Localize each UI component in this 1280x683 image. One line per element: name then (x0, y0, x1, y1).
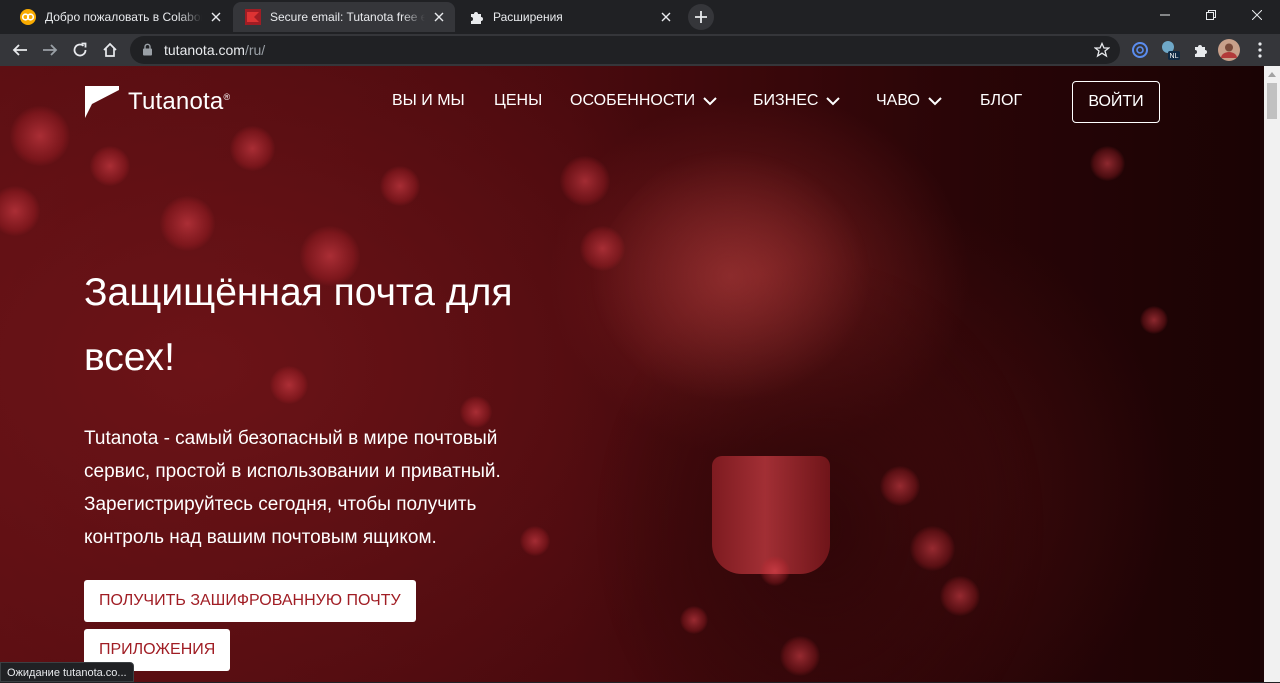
login-button[interactable]: ВОЙТИ (1072, 81, 1160, 123)
chevron-down-icon (703, 96, 717, 106)
scrollbar-thumb[interactable] (1267, 83, 1277, 119)
bokeh-light (780, 636, 820, 676)
close-icon[interactable] (208, 9, 224, 25)
tab-title: Расширения (493, 10, 563, 24)
nl-extension-icon[interactable]: NL (1158, 38, 1182, 62)
url-text: tutanota.com/ru/ (164, 42, 265, 58)
nav-label: ЧАВО (876, 92, 920, 109)
bokeh-light (230, 126, 275, 171)
nav-link-blog[interactable]: БЛОГ (980, 92, 1022, 110)
nav-link-about[interactable]: ВЫ И МЫ (392, 92, 465, 110)
hero-background-person (560, 106, 1120, 682)
nav-label: БЛОГ (980, 92, 1023, 109)
nav-label: БИЗНЕС (753, 92, 819, 109)
svg-text:NL: NL (1170, 53, 1179, 60)
avatar[interactable] (1217, 38, 1241, 62)
bokeh-light (680, 606, 708, 634)
browser-toolbar: tutanota.com/ru/ NL (0, 34, 1280, 66)
hero-title: Защищённая почта для всех! (84, 271, 513, 379)
tab-colaboratory[interactable]: Добро пожаловать в Colaboratory (8, 2, 232, 32)
page-viewport: Tutanota® ВЫ И МЫ ЦЕНЫ ОСОБЕННОСТИ БИЗНЕ… (0, 66, 1264, 682)
tab-strip: Добро пожаловать в Colaboratory Secure e… (0, 0, 1280, 34)
lock-icon (143, 43, 152, 56)
bokeh-light (940, 576, 980, 616)
bokeh-light (10, 106, 70, 166)
minimize-icon (1160, 14, 1170, 16)
nav-menu-business[interactable]: БИЗНЕС (753, 92, 841, 110)
nav-menu-faq[interactable]: ЧАВО (876, 92, 942, 110)
plus-icon (695, 11, 707, 23)
status-bubble: Ожидание tutanota.co... (0, 662, 134, 682)
bokeh-light (580, 226, 625, 271)
new-tab-button[interactable] (688, 4, 714, 30)
tab-title: Добро пожаловать в Colaboratory (45, 10, 202, 24)
page-scrollbar[interactable] (1264, 66, 1280, 682)
bookmark-star-icon[interactable] (1094, 42, 1110, 58)
close-icon[interactable] (658, 9, 674, 25)
nav-link-pricing[interactable]: ЦЕНЫ (494, 92, 542, 110)
logo-text: Tutanota® (128, 88, 230, 116)
circle-extension-icon[interactable] (1128, 38, 1152, 62)
home-icon (103, 42, 117, 57)
restore-button[interactable] (1188, 0, 1234, 30)
reload-icon (73, 42, 87, 57)
tutanota-logo-icon (85, 86, 119, 118)
bokeh-light (910, 526, 955, 571)
reload-button[interactable] (67, 37, 93, 63)
restore-icon (1206, 10, 1216, 20)
nav-menu-features[interactable]: ОСОБЕННОСТИ (570, 92, 717, 110)
home-button[interactable] (97, 37, 123, 63)
more-menu-icon[interactable] (1248, 38, 1272, 62)
bokeh-light (380, 166, 420, 206)
forward-arrow-icon (43, 44, 58, 56)
chevron-down-icon (826, 96, 841, 106)
tutanota-logo[interactable]: Tutanota® (84, 85, 230, 119)
address-bar[interactable]: tutanota.com/ru/ (130, 36, 1120, 64)
scroll-up-arrow-icon[interactable] (1264, 66, 1280, 82)
bokeh-light (560, 156, 610, 206)
bokeh-light (0, 186, 40, 236)
bokeh-light (160, 196, 215, 251)
bokeh-light (1090, 146, 1125, 181)
forward-button[interactable] (37, 37, 63, 63)
colab-icon (20, 9, 36, 25)
puzzle-icon (471, 12, 483, 24)
logo-wordmark: Tutanota (128, 88, 224, 115)
bokeh-light (760, 556, 790, 586)
bokeh-light (90, 146, 130, 186)
back-arrow-icon (12, 44, 27, 56)
registered-mark: ® (223, 92, 231, 102)
tab-extensions[interactable]: Расширения (456, 2, 682, 32)
close-icon (1252, 10, 1262, 20)
puzzle-icon[interactable] (1188, 38, 1212, 62)
nav-label: ЦЕНЫ (494, 92, 543, 109)
close-icon[interactable] (431, 9, 447, 25)
hero-description: Tutanota - самый безопасный в мире почто… (84, 428, 501, 548)
back-button[interactable] (7, 37, 33, 63)
get-encrypted-email-button[interactable]: ПОЛУЧИТЬ ЗАШИФРОВАННУЮ ПОЧТУ (84, 580, 416, 622)
tab-title: Secure email: Tutanota free encrypted em… (270, 10, 425, 24)
nav-label: ОСОБЕННОСТИ (570, 92, 696, 109)
nav-label: ВЫ И МЫ (392, 92, 465, 109)
bokeh-light (880, 466, 920, 506)
bokeh-light (1140, 306, 1168, 334)
tab-tutanota[interactable]: Secure email: Tutanota free encrypted em… (233, 2, 455, 32)
url-path: /ru/ (244, 42, 266, 58)
url-host: tutanota.com (164, 42, 245, 58)
minimize-button[interactable] (1142, 0, 1188, 30)
chevron-down-icon (928, 96, 942, 106)
tutanota-icon (245, 9, 261, 25)
close-window-button[interactable] (1234, 0, 1280, 30)
